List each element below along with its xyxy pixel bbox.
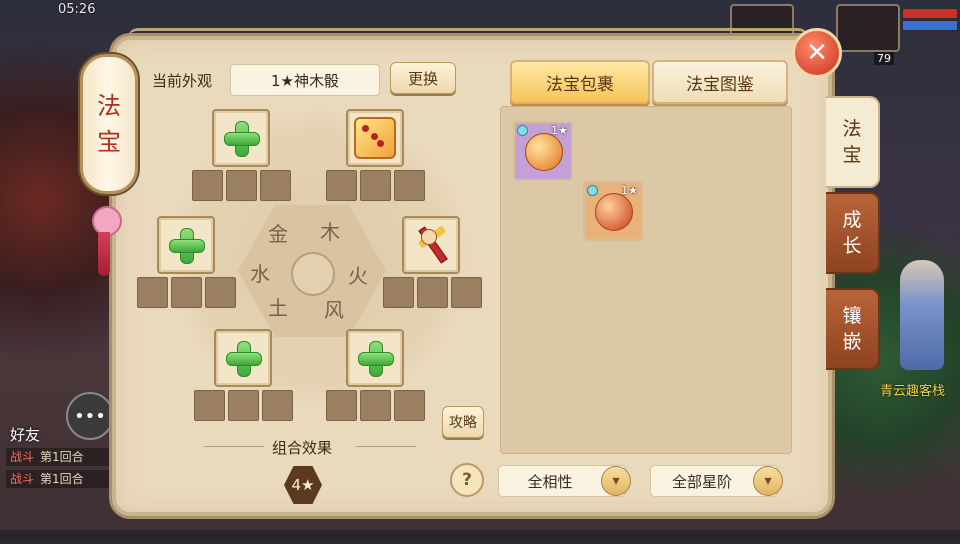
- dice-icon: [354, 117, 396, 159]
- treasure-slot-empty[interactable]: [157, 216, 215, 274]
- treasure-slot-empty[interactable]: [212, 109, 270, 167]
- slot-gem-cells: [194, 390, 293, 421]
- slot-gem-cells: [137, 277, 236, 308]
- slot-gem-cells: [192, 170, 291, 201]
- plus-icon: [358, 341, 394, 377]
- element-label: 火: [348, 264, 368, 288]
- star-tier-filter-select[interactable]: 全部星阶 ▾: [650, 465, 783, 497]
- mp-bar: [902, 20, 958, 31]
- item-stars: 1★: [551, 124, 568, 137]
- gem-icon: [517, 125, 528, 136]
- gem-icon: [587, 185, 598, 196]
- sword-icon: [411, 225, 451, 265]
- chevron-down-icon[interactable]: ▾: [601, 466, 631, 496]
- npc-name: 青云趣客栈: [880, 384, 946, 399]
- treasure-slot-empty[interactable]: [214, 329, 272, 387]
- close-button[interactable]: ✕: [792, 28, 842, 78]
- divider: [356, 446, 416, 447]
- inventory-item[interactable]: 1★: [583, 181, 643, 241]
- element-label: 水: [250, 262, 270, 286]
- friend-label[interactable]: 好友: [10, 424, 40, 445]
- plus-icon: [169, 228, 205, 264]
- side-tab-inlay[interactable]: 镶嵌: [826, 288, 880, 370]
- divider: [204, 446, 264, 447]
- panel-top-rail: [128, 28, 808, 45]
- tassel-icon: [98, 232, 110, 276]
- chat-line: 战斗 第1回合: [6, 470, 114, 488]
- npc-character[interactable]: [900, 260, 944, 370]
- treasure-orb-icon: [595, 193, 633, 231]
- treasure-slot-sword[interactable]: [402, 216, 460, 274]
- plus-icon: [226, 341, 262, 377]
- element-label: 木: [320, 220, 340, 244]
- item-stars: 1★: [621, 184, 638, 197]
- chevron-down-icon[interactable]: ▾: [753, 466, 783, 496]
- tab-treasure-bag[interactable]: 法宝包裹: [510, 60, 650, 104]
- current-appearance-label: 当前外观: [152, 72, 213, 90]
- current-appearance-value: 1★神木骰: [230, 64, 380, 96]
- element-label: 金: [268, 222, 288, 246]
- element-label: 土: [268, 296, 288, 320]
- player-level: 79: [874, 52, 894, 65]
- chat-line: 战斗 第1回合: [6, 448, 114, 466]
- side-tab-treasure[interactable]: 法宝: [826, 96, 880, 188]
- yin-yang-icon: [291, 252, 335, 296]
- treasure-slot-empty[interactable]: [346, 329, 404, 387]
- side-tab-growth[interactable]: 成长: [826, 192, 880, 274]
- player-portrait[interactable]: [836, 4, 900, 52]
- combo-effect-title: 组合效果: [272, 439, 333, 457]
- affinity-filter-select[interactable]: 全相性 ▾: [498, 465, 631, 497]
- panel-title-scroll: 法 宝: [80, 54, 138, 194]
- element-label: 风: [324, 298, 344, 322]
- tab-treasure-catalog[interactable]: 法宝图鉴: [652, 60, 788, 104]
- slot-gem-cells: [383, 277, 482, 308]
- help-icon[interactable]: ?: [450, 463, 484, 497]
- clock: 05:26: [58, 2, 96, 17]
- plus-icon: [224, 121, 260, 157]
- hp-bar: [902, 8, 958, 19]
- slot-gem-cells: [326, 390, 425, 421]
- treasure-slot-dice[interactable]: [346, 109, 404, 167]
- treasure-orb-icon: [525, 133, 563, 171]
- strategy-button[interactable]: 攻略: [442, 406, 484, 438]
- inventory-item[interactable]: 1★: [513, 121, 573, 181]
- bottom-strip: [0, 530, 960, 544]
- slot-gem-cells: [326, 170, 425, 201]
- change-appearance-button[interactable]: 更换: [390, 62, 456, 94]
- chat-bubble-icon[interactable]: •••: [66, 392, 114, 440]
